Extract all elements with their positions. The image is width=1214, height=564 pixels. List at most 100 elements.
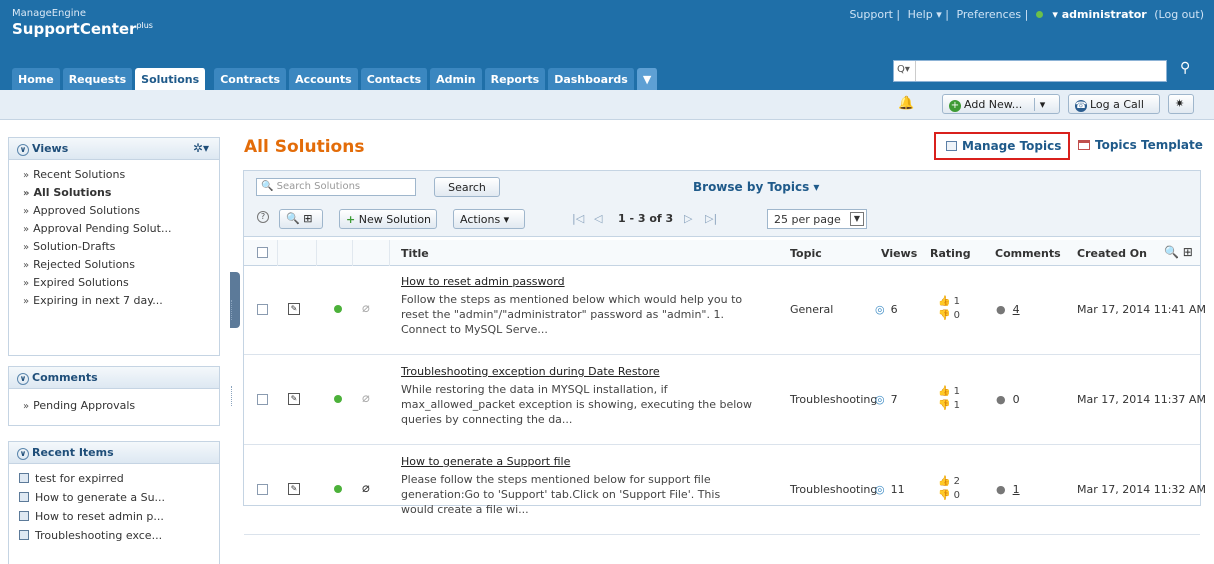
recent-item[interactable]: Troubleshooting exce... [9, 526, 219, 545]
collapse-icon[interactable]: ∨ [17, 144, 29, 156]
select-all-checkbox[interactable] [257, 247, 268, 258]
comments-count: 0 [1012, 393, 1020, 406]
sidebar-item[interactable]: » Expired Solutions [9, 274, 219, 292]
comments-panel-header[interactable]: ∨ Comments [9, 367, 219, 389]
alert-icon[interactable]: ✷ [1168, 94, 1194, 114]
bell-icon[interactable]: 🔔 [898, 96, 914, 111]
thumbs-up-icon[interactable]: 👍 [938, 476, 950, 487]
row-checkbox[interactable] [257, 304, 268, 315]
comments-cell[interactable]: ● 1 [996, 483, 1020, 496]
tab-dashboards[interactable]: Dashboards [548, 68, 635, 90]
sidebar-item[interactable]: » Solution-Drafts [9, 238, 219, 256]
new-solution-label: New Solution [358, 213, 432, 226]
thumbs-up-icon[interactable]: 👍 [938, 296, 950, 307]
col-comments[interactable]: Comments [995, 247, 1061, 260]
help-link[interactable]: Help ▾ [908, 8, 942, 21]
tab-reports[interactable]: Reports [484, 68, 547, 90]
search-filter-icon[interactable]: 🔍 ⊞ [279, 209, 323, 229]
solution-title-link[interactable]: How to generate a Support file [401, 455, 570, 468]
first-page-icon[interactable]: |◁ [572, 212, 584, 225]
tab-contacts[interactable]: Contacts [360, 68, 429, 90]
add-new-button[interactable]: + Add New... ▾ [942, 94, 1060, 114]
global-search-input[interactable]: Q▾ [893, 60, 1167, 82]
attachment-icon[interactable]: ⌀ [362, 481, 370, 496]
table-row[interactable]: ✎ ⌀ How to generate a Support file Please f… [244, 447, 1206, 535]
recent-item[interactable]: test for expirred [9, 469, 219, 488]
tab-accounts[interactable]: Accounts [289, 68, 359, 90]
edit-icon[interactable]: ✎ [288, 393, 300, 405]
thumbs-down-icon[interactable]: 👎 [938, 490, 950, 501]
tab-solutions[interactable]: Solutions [135, 68, 207, 90]
search-solutions-input[interactable]: 🔍 Search Solutions [256, 178, 416, 196]
thumbs-up-icon[interactable]: 👍 [938, 386, 950, 397]
search-scope-selector[interactable]: Q▾ [894, 61, 916, 81]
collapse-icon[interactable]: ∨ [17, 373, 29, 385]
new-solution-button[interactable]: + New Solution [339, 209, 437, 229]
row-checkbox[interactable] [257, 484, 268, 495]
sidebar-item[interactable]: » Recent Solutions [9, 166, 219, 184]
sidebar-item[interactable]: » All Solutions [9, 184, 219, 202]
recent-item[interactable]: How to reset admin p... [9, 507, 219, 526]
tab-home[interactable]: Home [12, 68, 61, 90]
recent-item[interactable]: How to generate a Su... [9, 488, 219, 507]
recent-panel-header[interactable]: ∨ Recent Items [9, 442, 219, 464]
sidebar-item[interactable]: » Approval Pending Solut... [9, 220, 219, 238]
sidebar-item[interactable]: » Rejected Solutions [9, 256, 219, 274]
next-page-icon[interactable]: ▷ [684, 212, 692, 225]
gear-icon[interactable]: ✲▾ [193, 141, 209, 155]
help-icon[interactable]: ? [257, 211, 269, 223]
attachment-icon[interactable]: ⌀ [362, 391, 370, 406]
col-views[interactable]: Views [881, 247, 917, 260]
eye-icon: ◎ [875, 303, 885, 316]
tab-admin[interactable]: Admin [430, 68, 483, 90]
pin-icon[interactable]: ⚲ [1180, 60, 1190, 76]
logout-link[interactable]: (Log out) [1154, 8, 1204, 21]
col-rating[interactable]: Rating [930, 247, 971, 260]
user-menu[interactable]: ▾ administrator [1052, 8, 1146, 21]
log-call-button[interactable]: ☎ Log a Call [1068, 94, 1160, 114]
prev-page-icon[interactable]: ◁ [594, 212, 602, 225]
brand-logo[interactable]: SupportCenterplus [12, 20, 153, 38]
edit-icon[interactable]: ✎ [288, 483, 300, 495]
last-page-icon[interactable]: ▷| [705, 212, 717, 225]
search-button[interactable]: Search [434, 177, 500, 197]
col-topic[interactable]: Topic [790, 247, 822, 260]
thumbs-down-icon[interactable]: 👎 [938, 310, 950, 321]
go-button[interactable]: Go [1137, 62, 1154, 75]
splitter-grip[interactable] [231, 386, 234, 406]
splitter-grip[interactable] [231, 300, 234, 320]
column-chooser-icon[interactable]: 🔍 ⊞ [1164, 245, 1193, 259]
table-row[interactable]: ✎ ⌀ Troubleshooting exception during Date … [244, 357, 1206, 445]
views-panel-header[interactable]: ∨ Views ✲▾ [9, 138, 219, 160]
approved-status-icon [334, 395, 342, 403]
attachment-icon[interactable]: ⌀ [362, 301, 370, 316]
tab-contracts[interactable]: Contracts [214, 68, 288, 90]
collapse-icon[interactable]: ∨ [17, 448, 29, 460]
per-page-select[interactable]: 25 per page ▼ [767, 209, 867, 229]
manage-topics-link[interactable]: Manage Topics [934, 132, 1070, 160]
tab-requests[interactable]: Requests [62, 68, 134, 90]
arrow-icon: » [23, 170, 30, 181]
support-link[interactable]: Support [849, 8, 892, 21]
chevron-down-icon[interactable]: ▾ [1033, 98, 1046, 111]
solution-icon [19, 473, 29, 483]
thumbs-down-icon[interactable]: 👎 [938, 400, 950, 411]
solution-title-link[interactable]: How to reset admin password [401, 275, 565, 288]
col-created-on[interactable]: Created On [1077, 247, 1147, 260]
sidebar-item[interactable]: » Expiring in next 7 day... [9, 292, 219, 310]
sidebar-item[interactable]: » Pending Approvals [9, 397, 219, 415]
solution-title-link[interactable]: Troubleshooting exception during Date Re… [401, 365, 660, 378]
actions-dropdown[interactable]: Actions ▾ [453, 209, 525, 229]
row-checkbox[interactable] [257, 394, 268, 405]
browse-by-topics[interactable]: Browse by Topics ▾ [693, 180, 819, 194]
col-title[interactable]: Title [401, 247, 429, 260]
recent-item-label: How to reset admin p... [35, 510, 164, 523]
comments-cell[interactable]: ● 4 [996, 303, 1020, 316]
edit-icon[interactable]: ✎ [288, 303, 300, 315]
preferences-link[interactable]: Preferences [956, 8, 1021, 21]
table-row[interactable]: ✎ ⌀ How to reset admin password Follow the … [244, 267, 1206, 355]
sidebar-item[interactable]: » Approved Solutions [9, 202, 219, 220]
manage-topics-label: Manage Topics [962, 139, 1062, 153]
topics-template-link[interactable]: Topics Template [1078, 138, 1203, 152]
more-tabs-button[interactable]: ▼ [636, 68, 659, 90]
